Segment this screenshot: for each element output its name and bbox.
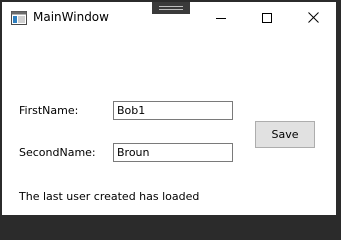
- status-message: The last user created has loaded: [19, 190, 200, 203]
- minimize-icon: [216, 8, 226, 27]
- close-icon: [307, 8, 319, 27]
- window-app-icon: [11, 10, 27, 25]
- minimize-button[interactable]: [198, 2, 244, 33]
- second-name-input[interactable]: [113, 143, 233, 162]
- main-window: MainWindow FirstName: Sec: [0, 0, 341, 221]
- second-name-label: SecondName:: [19, 146, 96, 159]
- window-client-area: MainWindow FirstName: Sec: [2, 2, 336, 215]
- maximize-icon: [262, 8, 272, 27]
- save-button[interactable]: Save: [255, 121, 315, 148]
- first-name-input[interactable]: [113, 101, 233, 120]
- close-button[interactable]: [290, 2, 336, 33]
- drag-grip-handle[interactable]: [152, 2, 190, 14]
- maximize-button[interactable]: [244, 2, 290, 33]
- first-name-label: FirstName:: [19, 104, 79, 117]
- window-title: MainWindow: [33, 10, 109, 24]
